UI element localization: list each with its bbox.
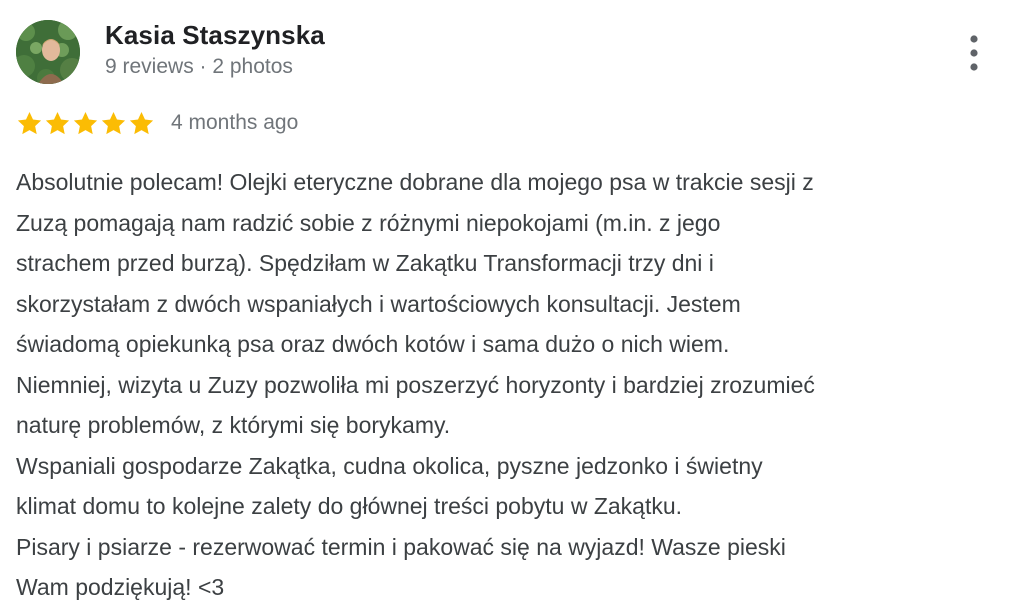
star-icon (73, 111, 98, 134)
review-text: Absolutnie polecam! Olejki eteryczne dob… (16, 162, 1001, 608)
star-icon (129, 111, 154, 134)
review-text-line: skorzystałam z dwóch wspaniałych i warto… (16, 290, 741, 317)
more-vertical-icon (970, 35, 978, 71)
review-text-line: strachem przed burzą). Spędziłam w Zakąt… (16, 250, 714, 276)
star-icon (45, 111, 70, 134)
rating-row: 4 months ago (16, 106, 298, 140)
more-options-button[interactable] (955, 30, 993, 76)
review-text-line: Niemniej, wizyta u Zuzy pozwoliła mi pos… (16, 371, 815, 398)
author-name[interactable]: Kasia Staszynska (105, 20, 325, 51)
review-text-line: Zuzą pomagają nam radzić sobie z różnymi… (16, 209, 721, 236)
review-card: Kasia Staszynska 9 reviews · 2 photos 4 … (0, 0, 1014, 606)
review-text-line: klimat domu to kolejne zalety do głównej… (16, 493, 683, 519)
star-icon (17, 111, 42, 134)
profile-photo-icon (16, 20, 80, 84)
review-text-line: świadomą opiekunką psa oraz dwóch kotów … (16, 331, 730, 357)
review-text-line: Pisary i psiarze - rezerwować termin i p… (16, 533, 786, 560)
star-icon (101, 111, 126, 134)
star-rating (16, 110, 155, 137)
review-text-line: naturę problemów, z którymi się borykamy… (16, 412, 451, 438)
review-text-line: Wam podziękują! <3 (16, 574, 225, 600)
review-text-line: Absolutnie polecam! Olejki eteryczne dob… (16, 169, 814, 195)
author-meta: 9 reviews · 2 photos (105, 55, 293, 78)
author-avatar[interactable] (16, 20, 80, 84)
review-date: 4 months ago (171, 111, 299, 134)
review-text-line: Wspaniali gospodarze Zakątka, cudna okol… (16, 452, 763, 479)
